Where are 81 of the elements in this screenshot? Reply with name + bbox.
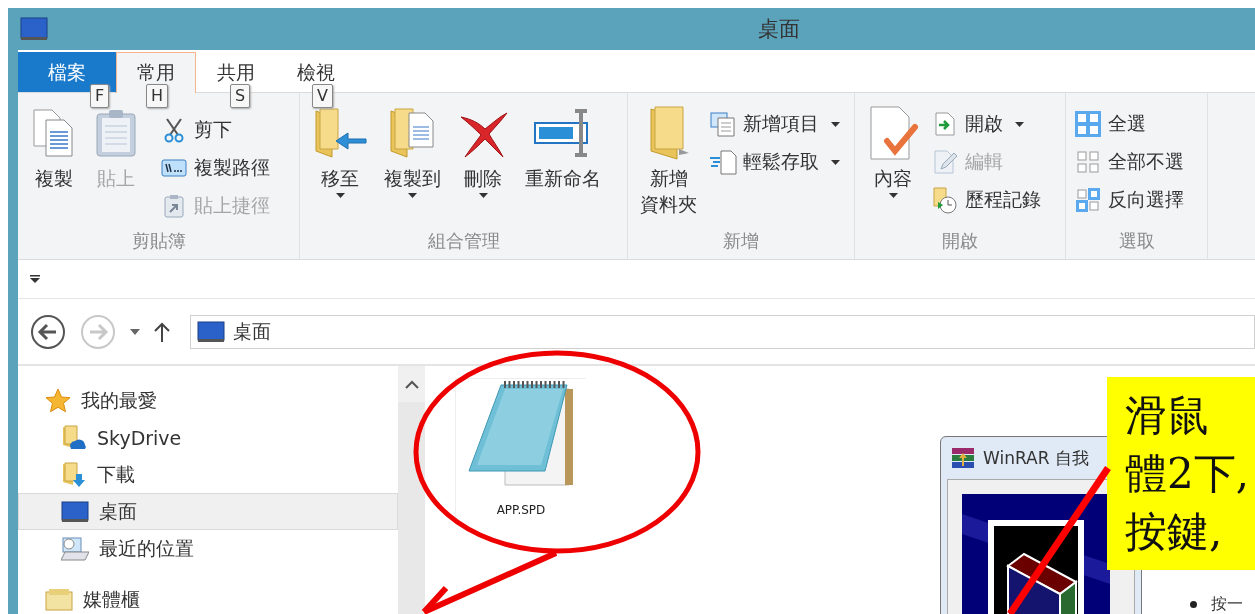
nav-item[interactable]: 下載 (18, 456, 398, 493)
window-icon (20, 17, 48, 41)
nav-item[interactable]: 最近的位置 (18, 530, 398, 567)
caret-icon (335, 193, 345, 198)
nav-label: 桌面 (99, 498, 137, 524)
ribbon-button[interactable]: 新增項目 (707, 107, 842, 141)
ribbon-button[interactable]: 內容 (861, 101, 925, 229)
scissors-icon (163, 117, 185, 143)
nav-label: SkyDrive (97, 426, 182, 449)
ribbon-button[interactable]: 反向選擇 (1072, 183, 1186, 217)
back-button[interactable] (30, 313, 66, 350)
nav-item[interactable]: SkyDrive (18, 419, 398, 456)
nav-item[interactable]: 媒體櫃 (18, 581, 398, 614)
nav-item[interactable]: 我的最愛 (18, 382, 398, 419)
ribbon-button[interactable]: 開啟 (929, 107, 1043, 141)
ribbon-button[interactable]: 新增 資料夾 (634, 101, 703, 229)
books-icon (951, 447, 975, 469)
ribbon-button[interactable]: 複製到 (378, 101, 447, 229)
group-label: 組合管理 (427, 229, 500, 253)
bullet-icon (1190, 601, 1197, 608)
group-label: 剪貼簿 (131, 229, 186, 253)
cloud-folder-icon (61, 424, 87, 451)
ribbon-button[interactable]: 全選 (1072, 107, 1186, 141)
callout-note: 滑鼠 體2下, 按鍵, (1107, 377, 1255, 570)
nav-label: 媒體櫃 (83, 586, 140, 612)
up-arrow-icon[interactable] (154, 321, 170, 342)
scroll-up-button[interactable] (398, 366, 425, 402)
group-label: 選取 (1118, 229, 1155, 253)
file-name: APP.SPD (496, 503, 546, 517)
shortcut-icon (163, 194, 185, 218)
ribbon-button[interactable]: 歷程記錄 (929, 183, 1043, 217)
ribbon-button[interactable]: 剪下 (158, 113, 272, 147)
nav-item[interactable]: 桌面 (18, 493, 398, 530)
caret-icon (888, 193, 898, 198)
easy-access-icon (709, 149, 737, 175)
dialog-title: WinRAR 自我 (983, 446, 1089, 470)
history-icon (932, 186, 958, 214)
select-none-icon (1075, 149, 1101, 175)
desktop-icon (197, 320, 225, 343)
keytip: H (146, 84, 169, 108)
keytip: V (312, 84, 333, 108)
ribbon-button[interactable]: 複製路徑 (158, 151, 272, 185)
group-label: 新增 (723, 229, 759, 253)
path-icon (161, 158, 187, 178)
desktop-icon (61, 500, 89, 523)
document-text: 按一 (1211, 594, 1243, 614)
ribbon-button[interactable]: 重新命名 (519, 101, 607, 229)
nav-label: 下載 (97, 461, 135, 487)
address-text: 桌面 (233, 318, 271, 344)
file-item[interactable]: APP.SPD (455, 378, 586, 517)
ribbon-button[interactable]: 刪除 (451, 101, 515, 229)
new-item-icon (710, 111, 736, 137)
address-field[interactable]: 桌面 (190, 314, 1255, 349)
edit-icon (933, 150, 957, 174)
customize-toolbar-icon[interactable] (30, 275, 40, 283)
caret-icon (831, 159, 840, 165)
caret-icon (478, 193, 488, 198)
select-all-icon (1075, 111, 1101, 137)
download-folder-icon (61, 461, 87, 488)
clipboard-icon (94, 108, 138, 158)
group-label: 開啟 (942, 229, 978, 253)
nav-label: 最近的位置 (99, 535, 194, 561)
recent-locations-icon[interactable] (130, 328, 140, 335)
caret-icon (408, 193, 417, 198)
ribbon-button[interactable]: 輕鬆存取 (707, 145, 842, 179)
chevron-up-icon (404, 379, 419, 389)
invert-selection-icon (1075, 187, 1101, 213)
keytip: S (230, 84, 251, 108)
window-title: 桌面 (758, 16, 800, 43)
caret-icon (831, 121, 840, 127)
library-icon (45, 587, 73, 612)
properties-icon (867, 105, 919, 161)
ribbon-button[interactable]: 全部不選 (1072, 145, 1186, 179)
recent-places-icon (61, 535, 89, 562)
star-icon (45, 387, 71, 414)
ribbon-button[interactable]: 複製 (24, 101, 84, 229)
nav-label: 我的最愛 (81, 387, 157, 413)
folder-arrow-icon (312, 105, 368, 161)
caret-icon (1015, 121, 1024, 127)
open-icon (934, 112, 956, 136)
keytip: F (90, 84, 110, 108)
